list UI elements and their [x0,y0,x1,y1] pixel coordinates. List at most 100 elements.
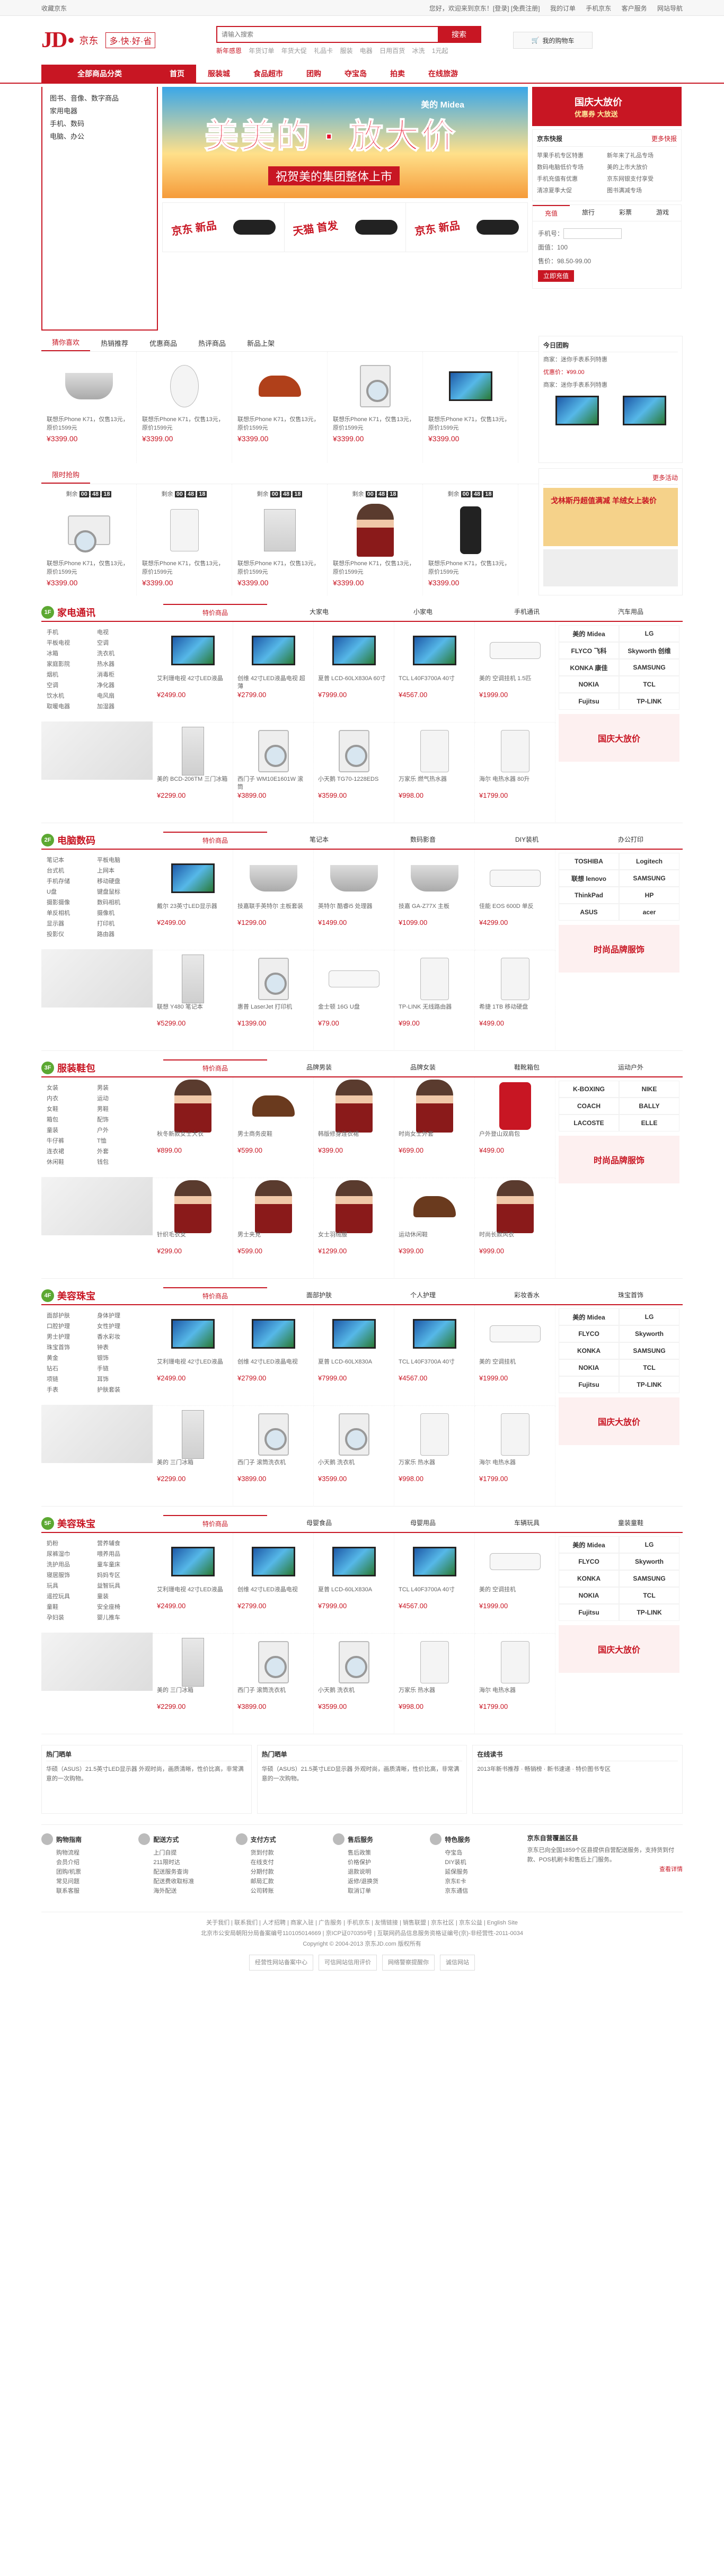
brand-logo[interactable]: KONKA 康佳 [559,659,619,676]
help-link[interactable]: 配送费收取标准 [138,1877,235,1886]
product-card[interactable]: 佳能 EOS 600D 单反 ¥4299.00 [475,850,555,950]
promo-item[interactable]: 京东 新品 [406,203,527,252]
promo-item[interactable]: 京东 新品 [163,203,285,252]
floor-tab[interactable]: 办公打印 [579,832,683,849]
floor-category-link[interactable]: 消毒柜 [97,670,147,680]
product-card[interactable]: 剩余 00:48:18 联想乐Phone K71，仅售13元，原价1599元 ¥33… [41,484,137,595]
floor-category-link[interactable]: 单反相机 [47,908,97,919]
floor-category-link[interactable]: 饮水机 [47,691,97,701]
brand-logo[interactable]: TCL [619,1359,679,1376]
promo-item[interactable]: 天猫 首发 [285,203,407,252]
floor-tab[interactable]: 母婴用品 [371,1515,475,1532]
banner-image[interactable]: 美的 Midea 美美的 · 放大价 祝贺美的集团整体上市 [162,87,528,198]
badge[interactable]: 经营性网站备案中心 [249,1955,313,1971]
jd-logo[interactable]: JD 京东 多·快·好·省 [41,28,184,53]
help-link[interactable]: 货到付款 [236,1848,333,1858]
floor-category-link[interactable]: 连衣裙 [47,1146,97,1157]
help-link[interactable]: 配送服务查询 [138,1867,235,1877]
floor-category-link[interactable]: 电风扇 [97,691,147,701]
hot-keyword[interactable]: 服装 [340,47,352,55]
product-card[interactable]: 小天鹅 TG70-1228EDS ¥3599.00 [314,723,394,823]
help-link[interactable]: 公司转账 [236,1886,333,1896]
floor-category-link[interactable]: 童鞋 [47,1602,97,1612]
floor-category-link[interactable]: 外套 [97,1146,147,1157]
groupbuy-line[interactable]: 商家：迷你手表系列特惠 [543,380,678,390]
product-card[interactable]: 男士夹克 ¥599.00 [233,1178,314,1279]
floor-category-link[interactable]: 身体护理 [97,1311,147,1321]
product-card[interactable]: TCL L40F3700A 40寸 ¥4567.00 [394,1533,475,1634]
search-button[interactable]: 搜索 [438,26,480,42]
brand-logo[interactable]: NOKIA [559,676,619,693]
brand-logo[interactable]: K-BOXING [559,1081,619,1098]
product-card[interactable]: 剩余 00:48:18 联想乐Phone K71，仅售13元，原价1599元 ¥33… [137,484,232,595]
badge[interactable]: 可信网站信用评价 [319,1955,377,1971]
floor-tab[interactable]: 车辆玩具 [475,1515,579,1532]
floor-tab[interactable]: 鞋靴箱包 [475,1059,579,1076]
brand-logo[interactable]: 美的 Midea [559,625,619,642]
floor-side-ad[interactable]: 时尚品牌服饰 [559,1136,679,1183]
floor-category-link[interactable]: 益智玩具 [97,1581,147,1591]
all-categories-button[interactable]: 全部商品分类 [41,65,158,83]
help-link[interactable]: 团购/机票 [41,1867,138,1877]
news-item[interactable]: 数码电脑低价专场 [537,162,607,173]
brand-logo[interactable]: Logitech [619,853,679,870]
news-item[interactable]: 新年来了礼品专场 [607,150,677,162]
brand-logo[interactable]: SAMSUNG [619,1342,679,1359]
brand-logo[interactable]: NOKIA [559,1587,619,1604]
floor-tab[interactable]: 数码影音 [371,832,475,849]
floor-tab[interactable]: 汽车用品 [579,604,683,621]
floor-category-link[interactable]: 玩具 [47,1581,97,1591]
help-link[interactable]: 在线支付 [236,1858,333,1867]
floor-category-link[interactable]: 童装 [97,1591,147,1602]
floor-tab[interactable]: 手机通讯 [475,604,579,621]
floor-category-link[interactable]: 配饰 [97,1115,147,1125]
brand-logo[interactable]: ASUS [559,904,619,921]
floor-category-link[interactable]: 项链 [47,1374,97,1385]
brand-logo[interactable]: COACH [559,1098,619,1115]
brand-logo[interactable]: LG [619,625,679,642]
help-link[interactable]: 邮局汇款 [236,1877,333,1886]
product-card[interactable]: 创维 42寸LED液晶电视 超薄 ¥2799.00 [233,622,314,723]
help-link[interactable]: 夺宝岛 [430,1848,527,1858]
coverage-link[interactable]: 查看详情 [527,1865,683,1874]
floor-tab[interactable]: 特价商品 [163,832,267,849]
floor-category-link[interactable]: 营养辅食 [97,1538,147,1549]
floor-category-link[interactable]: 面部护肤 [47,1311,97,1321]
brand-logo[interactable]: KONKA [559,1342,619,1359]
product-card[interactable]: 运动休闲鞋 ¥399.00 [394,1178,475,1279]
product-card[interactable]: 美的 空调挂机 1.5匹 ¥1999.00 [475,622,555,723]
floor-category-link[interactable]: T恤 [97,1136,147,1146]
help-link[interactable]: 211限时达 [138,1858,235,1867]
floor-tab[interactable]: 特价商品 [163,1059,267,1076]
hot-keyword[interactable]: 礼品卡 [314,47,333,55]
floor-category-link[interactable]: 洗衣机 [97,648,147,659]
nav-item-auction[interactable]: 拍卖 [378,65,417,83]
floor-category-link[interactable]: 电视 [97,627,147,638]
floor-category-link[interactable]: 户外 [97,1125,147,1136]
brand-logo[interactable]: ThinkPad [559,887,619,904]
brand-logo[interactable]: BALLY [619,1098,679,1115]
brand-logo[interactable]: LG [619,1308,679,1325]
news-item[interactable]: 手机充值有优惠 [537,173,607,185]
product-card[interactable]: 惠普 LaserJet 打印机 ¥1399.00 [233,950,314,1051]
panel-text[interactable]: 华硕（ASUS）21.5英寸LED显示器 外观时尚，画质清晰，性价比高，非常满意… [46,1764,247,1784]
phone-input[interactable] [563,228,622,239]
floor-category-link[interactable]: 牛仔裤 [47,1136,97,1146]
product-card[interactable]: 创维 42寸LED液晶电视 ¥2799.00 [233,1533,314,1634]
hot-keyword[interactable]: 新年感恩 [216,47,242,55]
product-card[interactable]: 西门子 滚筒洗衣机 ¥3899.00 [233,1406,314,1507]
brand-logo[interactable]: Skyworth [619,1325,679,1342]
brand-logo[interactable]: TP-LINK [619,693,679,710]
tab-recharge[interactable]: 充值 [533,205,570,221]
product-card[interactable]: 万家乐 燃气热水器 ¥998.00 [394,723,475,823]
badge[interactable]: 网络警察提醒你 [382,1955,435,1971]
product-card[interactable]: 夏普 LCD-60LX830A ¥7999.00 [314,1533,394,1634]
help-link[interactable]: 京东E卡 [430,1877,527,1886]
floor-category-link[interactable]: 喂养用品 [97,1549,147,1559]
top-link[interactable]: 手机京东 [586,5,611,12]
floor-category-link[interactable]: 珠宝首饰 [47,1342,97,1353]
floor-tab[interactable]: 母婴食品 [267,1515,371,1532]
product-card[interactable]: 小天鹅 洗衣机 ¥3599.00 [314,1634,394,1734]
tab-hot[interactable]: 热销推荐 [90,336,139,351]
news-item[interactable]: 清凉夏季大促 [537,185,607,197]
